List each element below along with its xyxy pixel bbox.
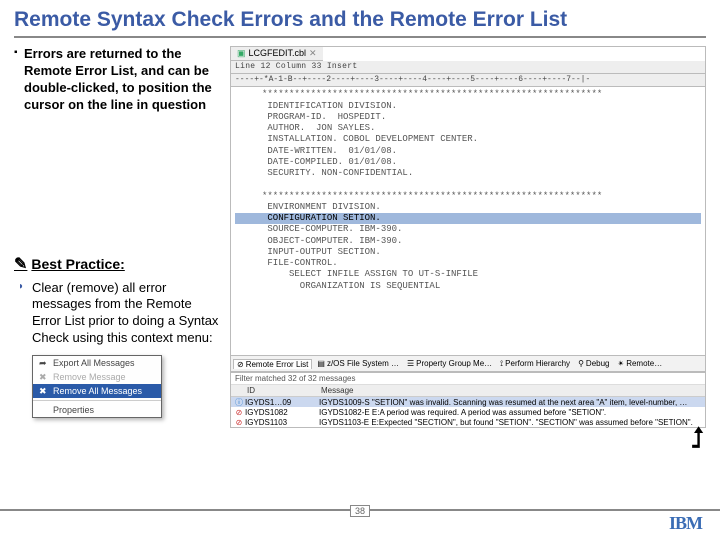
- code-line[interactable]: ENVIRONMENT DIVISION.: [235, 202, 701, 213]
- ctx-export-label: Export All Messages: [53, 358, 135, 368]
- editor-tab[interactable]: ▣ LCGFEDIT.cbl ✕: [231, 47, 323, 61]
- remote-error-list-panel: Filter matched 32 of 32 messages ID Mess…: [230, 372, 706, 428]
- error-id: IGYDS1082: [245, 408, 319, 417]
- error-id: IGYDS1103: [245, 418, 319, 427]
- remove-icon: ✖: [39, 372, 49, 382]
- error-icon: ⊘: [237, 360, 244, 369]
- callout-annotation: ⮥: [692, 422, 704, 455]
- page-number: 38: [350, 505, 370, 517]
- code-line[interactable]: ORGANIZATION IS SEQUENTIAL: [235, 281, 701, 292]
- editor-tab-label: LCGFEDIT.cbl: [249, 48, 307, 59]
- properties-icon: [39, 405, 49, 415]
- code-line[interactable]: INSTALLATION. COBOL DEVELOPMENT CENTER.: [235, 134, 701, 145]
- col-header-id[interactable]: ID: [243, 385, 317, 396]
- context-menu: ➦ Export All Messages ✖ Remove Message ✖…: [32, 355, 162, 418]
- bottom-tab-label: z/OS File System …: [327, 359, 399, 368]
- code-line[interactable]: OBJECT-COMPUTER. IBM-390.: [235, 236, 701, 247]
- filter-matched-text: Filter matched 32 of 32 messages: [231, 373, 705, 385]
- bullet-errors-returned: Errors are returned to the Remote Error …: [14, 46, 224, 114]
- editor-body[interactable]: ****************************************…: [231, 87, 705, 294]
- bottom-tab-label: Property Group Me…: [416, 359, 492, 368]
- code-line[interactable]: INPUT-OUTPUT SECTION.: [235, 247, 701, 258]
- bottom-tab-label: Remote…: [626, 359, 662, 368]
- ctx-remove-all-label: Remove All Messages: [53, 386, 142, 396]
- prop-icon: ☰: [407, 359, 414, 368]
- bottom-tab-label: Perform Hierarchy: [505, 359, 570, 368]
- error-id: IGYDS1…09: [245, 398, 319, 407]
- ctx-properties[interactable]: Properties: [33, 403, 161, 417]
- col-header-message[interactable]: Message: [317, 385, 705, 396]
- error-icon: ⊘: [233, 417, 245, 427]
- fs-icon: ▤: [317, 359, 325, 368]
- error-row[interactable]: ⊘IGYDS1082IGYDS1082-E E:A period was req…: [231, 407, 705, 417]
- error-row[interactable]: ⊘IGYDS1103IGYDS1103-E E:Expected "SECTIO…: [231, 417, 705, 427]
- pencil-icon: ✎: [14, 254, 27, 274]
- hier-icon: ⟟: [500, 359, 503, 369]
- left-column: Errors are returned to the Remote Error …: [14, 46, 224, 428]
- best-practice-heading: ✎ Best Practice:: [14, 254, 224, 274]
- bottom-tab-z-os-file-system-[interactable]: ▤z/OS File System …: [314, 359, 402, 368]
- code-line[interactable]: ****************************************…: [235, 191, 701, 202]
- bottom-tab-label: Remote Error List: [246, 360, 309, 369]
- error-message: IGYDS1009-S "SETION" was invalid. Scanni…: [319, 398, 703, 407]
- ctx-separator: [33, 400, 161, 401]
- error-marker-icon[interactable]: ⊘: [230, 213, 231, 225]
- bug-icon: ⚲: [578, 359, 584, 368]
- right-column: ▣ LCGFEDIT.cbl ✕ Line 12 Column 33 Inser…: [230, 46, 706, 428]
- close-icon[interactable]: ✕: [309, 48, 317, 59]
- error-table-header: ID Message: [231, 385, 705, 397]
- ctx-export-all[interactable]: ➦ Export All Messages: [33, 356, 161, 370]
- error-row[interactable]: ⓘIGYDS1…09IGYDS1009-S "SETION" was inval…: [231, 397, 705, 407]
- code-line[interactable]: SECURITY. NON-CONFIDENTIAL.: [235, 168, 701, 179]
- bottom-tab-bar: ⊘Remote Error List▤z/OS File System …☰Pr…: [230, 356, 706, 372]
- error-message: IGYDS1103-E E:Expected "SECTION", but fo…: [319, 418, 703, 427]
- bottom-tab-property-group-me-[interactable]: ☰Property Group Me…: [404, 359, 495, 368]
- bottom-tab-debug[interactable]: ⚲Debug: [575, 359, 612, 368]
- ibm-logo: IBM: [669, 513, 702, 534]
- code-line[interactable]: SELECT INFILE ASSIGN TO UT-S-INFILE: [235, 269, 701, 280]
- code-line[interactable]: FILE-CONTROL.: [235, 258, 701, 269]
- best-practice-label: Best Practice:: [31, 256, 124, 272]
- code-line[interactable]: DATE-WRITTEN. 01/01/08.: [235, 146, 701, 157]
- code-line[interactable]: [235, 179, 701, 190]
- code-line[interactable]: ****************************************…: [235, 89, 701, 100]
- slide-footer: 38 IBM: [0, 509, 720, 534]
- code-line[interactable]: DATE-COMPILED. 01/01/08.: [235, 157, 701, 168]
- bottom-tab-remote-error-list[interactable]: ⊘Remote Error List: [233, 359, 312, 369]
- best-practice-text: Clear (remove) all error messages from t…: [14, 280, 224, 348]
- info-icon: ⓘ: [233, 397, 245, 407]
- ctx-remove-message: ✖ Remove Message: [33, 370, 161, 384]
- error-icon: ⊘: [233, 407, 245, 417]
- code-line[interactable]: AUTHOR. JON SAYLES.: [235, 123, 701, 134]
- bottom-tab-label: Debug: [586, 359, 610, 368]
- cobol-file-icon: ▣: [237, 48, 246, 59]
- ctx-remove-all[interactable]: ✖ Remove All Messages: [33, 384, 161, 398]
- code-line[interactable]: IDENTIFICATION DIVISION.: [235, 101, 701, 112]
- remote-icon: ✴: [618, 359, 625, 368]
- error-message: IGYDS1082-E E:A period was required. A p…: [319, 408, 703, 417]
- code-line[interactable]: SOURCE-COMPUTER. IBM-390.: [235, 224, 701, 235]
- bottom-tab-perform-hierarchy[interactable]: ⟟Perform Hierarchy: [497, 359, 573, 369]
- export-icon: ➦: [39, 358, 49, 368]
- ctx-remove-label: Remove Message: [53, 372, 126, 382]
- editor-status-line: Line 12 Column 33 Insert: [231, 61, 705, 74]
- code-line[interactable]: CONFIGURATION SETION.⊘: [235, 213, 701, 224]
- slide-title: Remote Syntax Check Errors and the Remot…: [14, 8, 706, 38]
- remove-all-icon: ✖: [39, 386, 49, 396]
- ctx-properties-label: Properties: [53, 405, 94, 415]
- code-line[interactable]: PROGRAM-ID. HOSPEDIT.: [235, 112, 701, 123]
- bottom-tab-remote-[interactable]: ✴Remote…: [615, 359, 666, 368]
- code-editor[interactable]: ▣ LCGFEDIT.cbl ✕ Line 12 Column 33 Inser…: [230, 46, 706, 356]
- editor-ruler: ----+-*A-1-B--+----2----+----3----+----4…: [231, 74, 705, 87]
